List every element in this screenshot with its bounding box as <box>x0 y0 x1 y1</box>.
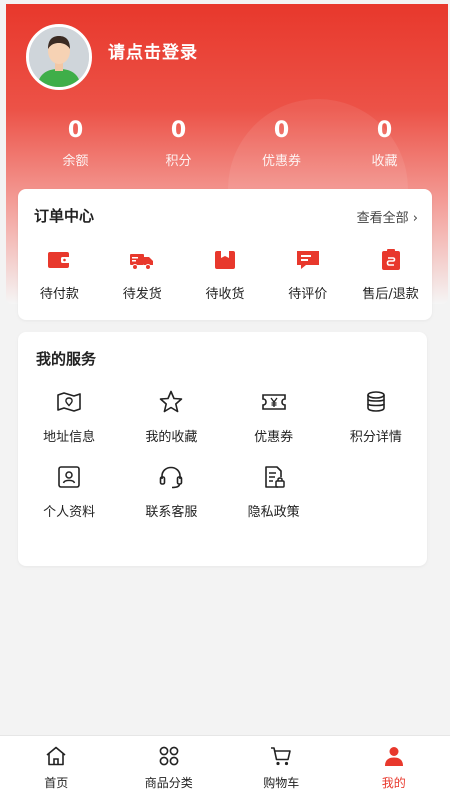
order-status-list: 待付款 待发货 待收货 <box>18 247 432 302</box>
order-pending-shipment[interactable]: 待发货 <box>101 247 184 302</box>
profile-icon <box>55 463 83 491</box>
stat-coupons[interactable]: 0 优惠券 <box>230 118 333 169</box>
tab-home[interactable]: 首页 <box>0 736 113 801</box>
stat-value: 0 <box>333 118 436 144</box>
service-customer-support[interactable]: 联系客服 <box>120 463 222 520</box>
star-icon <box>157 388 185 416</box>
service-label: 优惠券 <box>223 426 325 445</box>
bottom-tab-bar: 首页 商品分类 购物车 我的 <box>0 735 450 801</box>
stat-points[interactable]: 0 积分 <box>127 118 230 169</box>
order-center-card: 订单中心 查看全部 › 待付款 待发货 <box>18 189 432 320</box>
service-profile[interactable]: 个人资料 <box>18 463 120 520</box>
order-item-label: 待收货 <box>184 283 267 302</box>
avatar-image <box>29 27 89 87</box>
order-item-label: 待付款 <box>18 283 101 302</box>
service-label: 隐私政策 <box>223 501 325 520</box>
cart-icon <box>269 744 293 768</box>
service-grid: 地址信息 我的收藏 优惠券 积分详情 <box>18 388 427 520</box>
my-services-title: 我的服务 <box>36 348 96 369</box>
service-address[interactable]: 地址信息 <box>18 388 120 445</box>
order-pending-receipt[interactable]: 待收货 <box>184 247 267 302</box>
service-coupons[interactable]: 优惠券 <box>223 388 325 445</box>
service-label: 我的收藏 <box>120 426 222 445</box>
tab-categories[interactable]: 商品分类 <box>113 736 226 801</box>
coupon-icon <box>260 388 288 416</box>
service-points[interactable]: 积分详情 <box>325 388 427 445</box>
order-item-label: 待评价 <box>266 283 349 302</box>
order-item-label: 待发货 <box>101 283 184 302</box>
headset-icon <box>157 463 185 491</box>
stat-value: 0 <box>230 118 333 144</box>
tab-label: 我的 <box>338 774 450 791</box>
stat-value: 0 <box>127 118 230 144</box>
order-center-title: 订单中心 <box>34 205 94 226</box>
home-icon <box>44 744 68 768</box>
stat-value: 0 <box>24 118 127 144</box>
refund-icon <box>378 247 404 273</box>
tab-label: 购物车 <box>225 774 338 791</box>
stat-label: 优惠券 <box>230 150 333 169</box>
tab-label: 首页 <box>0 774 113 791</box>
tab-mine[interactable]: 我的 <box>338 736 450 801</box>
order-pending-review[interactable]: 待评价 <box>266 247 349 302</box>
stat-label: 收藏 <box>333 150 436 169</box>
stat-balance[interactable]: 0 余额 <box>24 118 127 169</box>
coins-icon <box>362 388 390 416</box>
service-label: 联系客服 <box>120 501 222 520</box>
avatar[interactable] <box>26 24 92 90</box>
service-label: 个人资料 <box>18 501 120 520</box>
truck-icon <box>129 247 155 273</box>
wallet-icon <box>46 247 72 273</box>
tab-label: 商品分类 <box>113 774 226 791</box>
package-icon <box>212 247 238 273</box>
account-stats: 0 余额 0 积分 0 优惠券 0 收藏 <box>24 118 436 169</box>
stat-favorites[interactable]: 0 收藏 <box>333 118 436 169</box>
my-services-card: 我的服务 地址信息 我的收藏 优惠券 <box>18 332 427 566</box>
order-item-label: 售后/退款 <box>349 283 432 302</box>
service-label: 积分详情 <box>325 426 427 445</box>
grid-icon <box>157 744 181 768</box>
order-pending-payment[interactable]: 待付款 <box>18 247 101 302</box>
comment-icon <box>295 247 321 273</box>
service-favorites[interactable]: 我的收藏 <box>120 388 222 445</box>
service-privacy-policy[interactable]: 隐私政策 <box>223 463 325 520</box>
order-after-sales[interactable]: 售后/退款 <box>349 247 432 302</box>
login-prompt[interactable]: 请点击登录 <box>108 38 198 63</box>
user-icon <box>382 744 406 768</box>
tab-cart[interactable]: 购物车 <box>225 736 338 801</box>
stat-label: 余额 <box>24 150 127 169</box>
document-lock-icon <box>260 463 288 491</box>
stat-label: 积分 <box>127 150 230 169</box>
view-all-orders-link[interactable]: 查看全部 › <box>357 207 418 226</box>
map-icon <box>55 388 83 416</box>
service-label: 地址信息 <box>18 426 120 445</box>
